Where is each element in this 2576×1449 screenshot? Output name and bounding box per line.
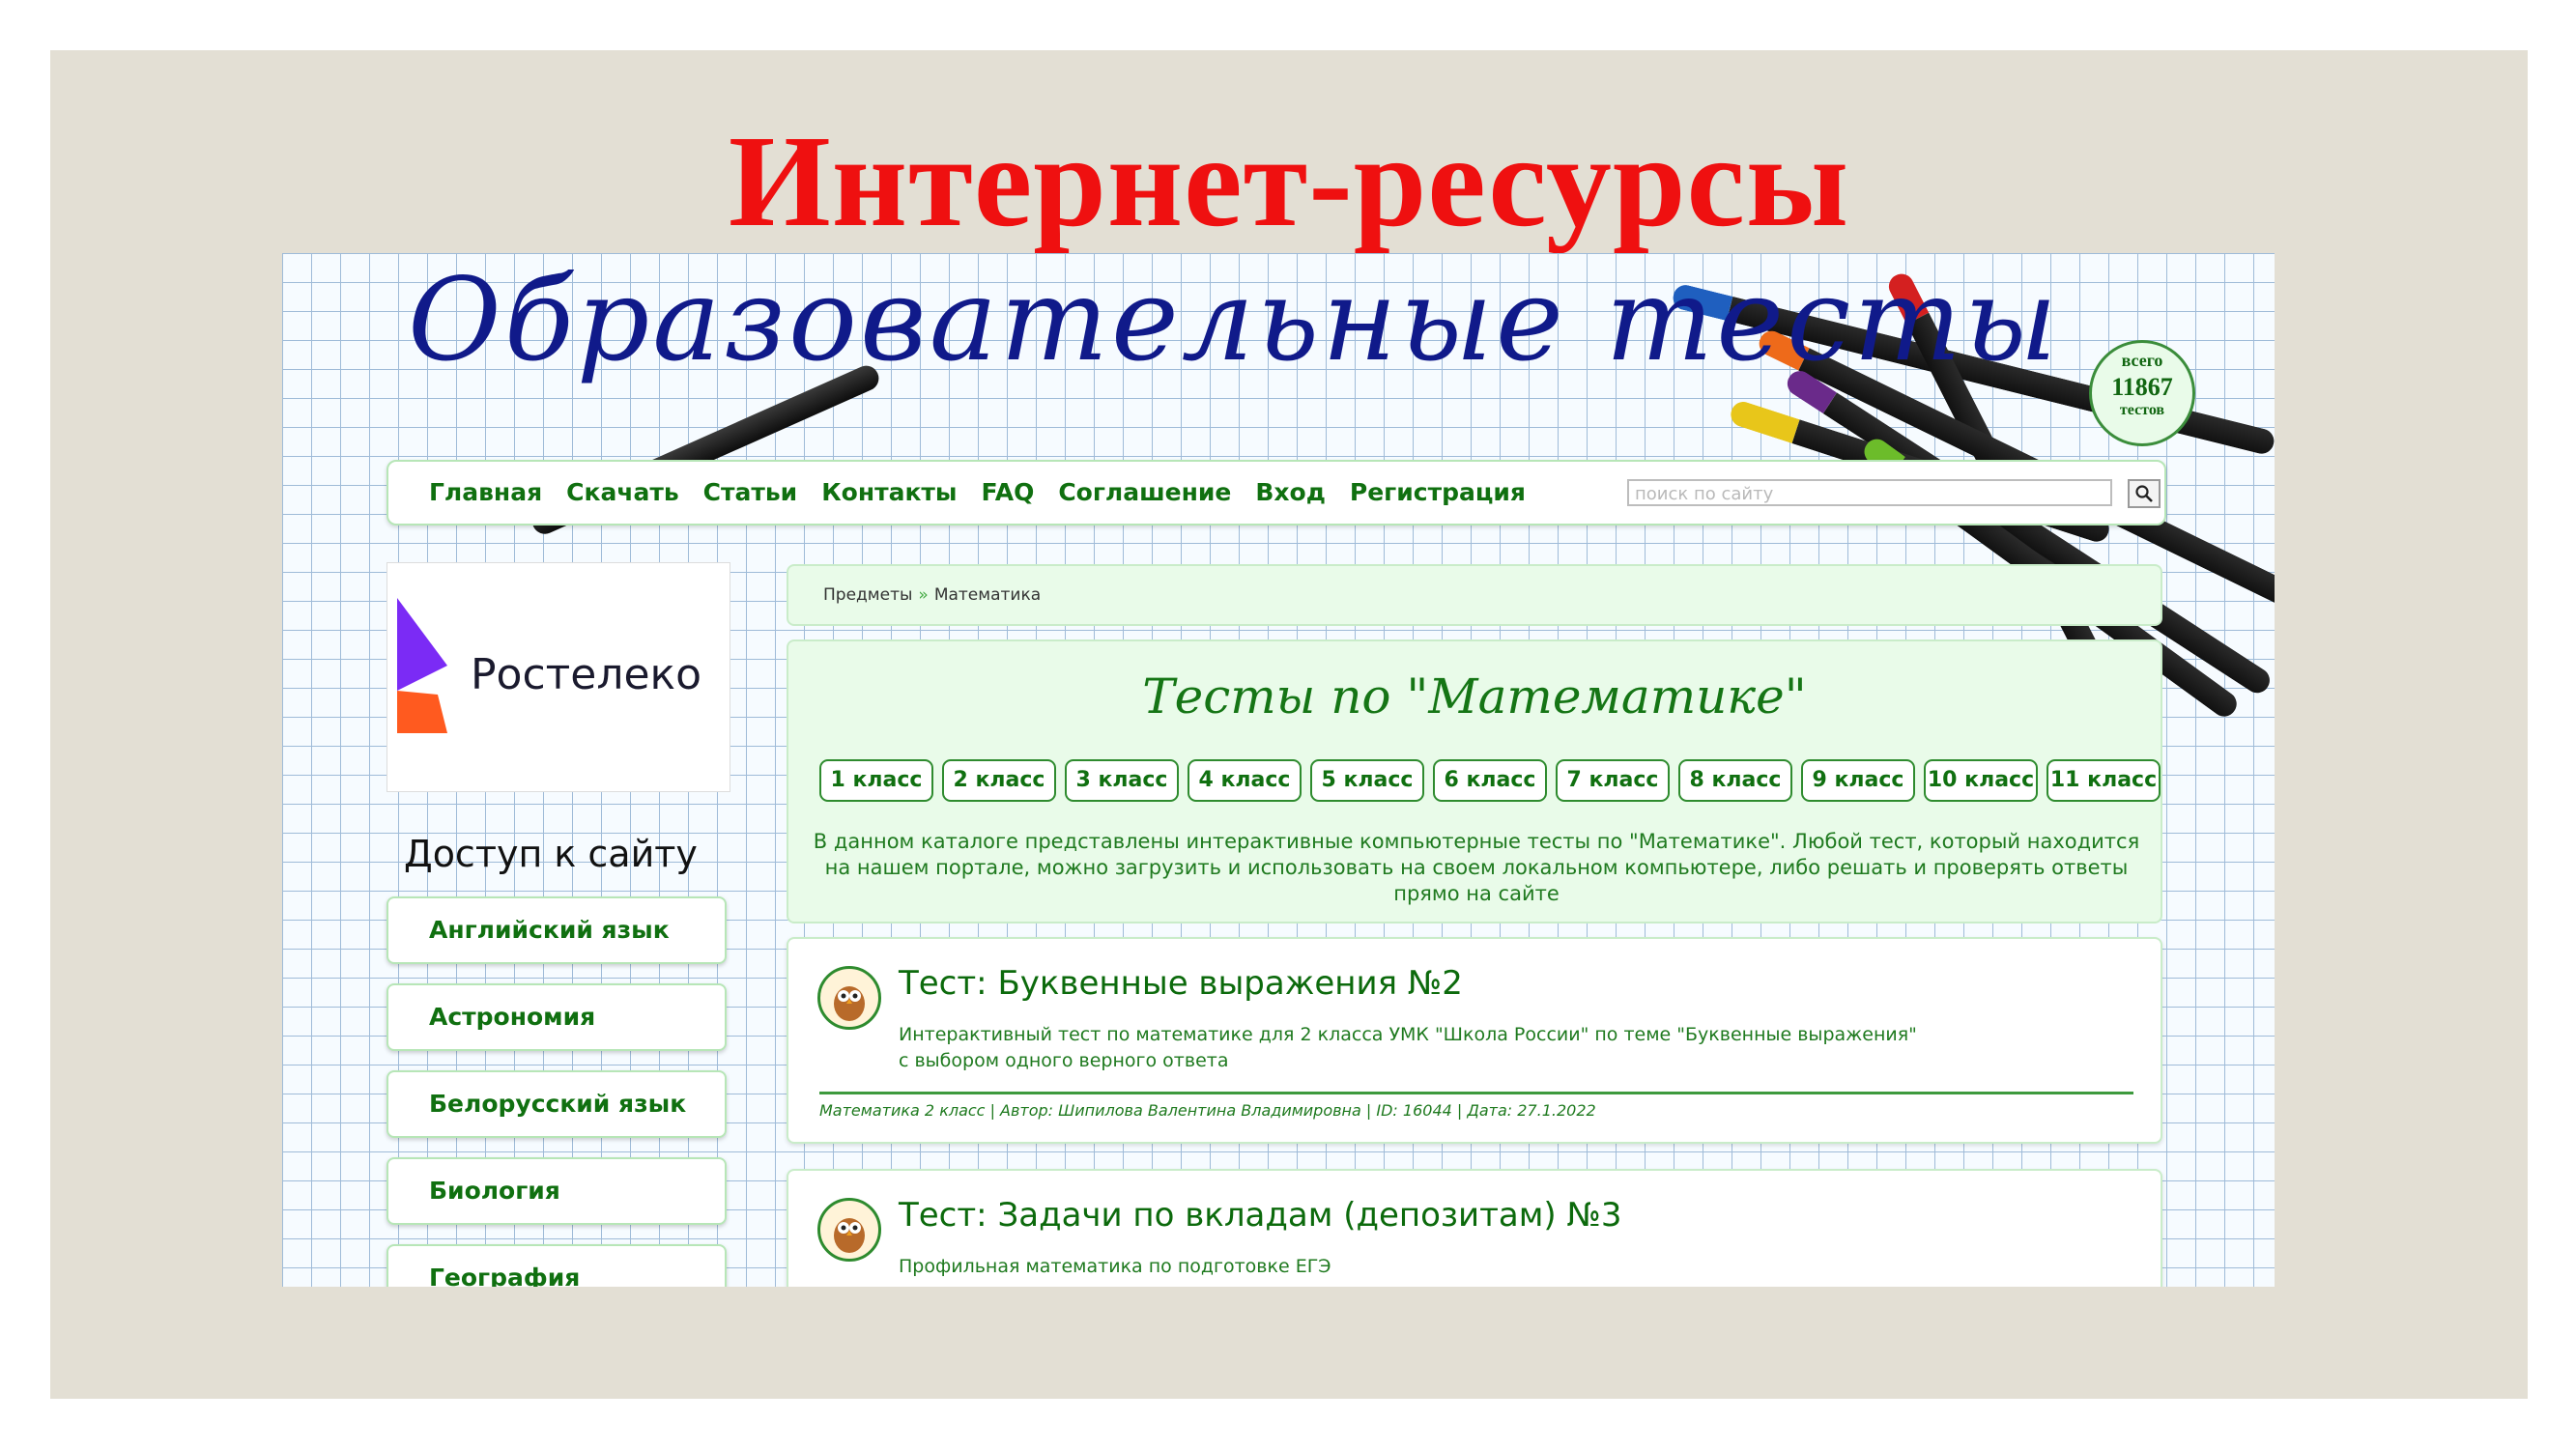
slide: Интернет-ресурсы Образовательные тесты в… [50,50,2528,1399]
counter-value: 11867 [2111,373,2173,401]
test-meta: Математика 2 класс | Автор: Шипилова Вал… [819,1101,1596,1120]
grade-button-9[interactable]: 9 класс [1801,759,1915,802]
breadcrumb-subjects[interactable]: Предметы [823,585,912,605]
slide-title: Интернет-ресурсы [728,109,1850,254]
counter-top-label: всего [2121,351,2163,370]
grade-button-6[interactable]: 6 класс [1433,759,1547,802]
grade-buttons: 1 класс 2 класс 3 класс 4 класс 5 класс 6 кла… [819,759,2169,802]
ad-brand-name: Ростелеко [471,650,702,699]
nav-item-home[interactable]: Главная [429,478,542,506]
test-description-line: Интерактивный тест по математике для 2 к… [899,1024,1917,1045]
access-heading: Доступ к сайту [404,833,698,875]
subject-astronomy[interactable]: Астрономия [386,983,727,1051]
site-logo[interactable]: Образовательные тесты [408,253,2060,386]
breadcrumb: Предметы » Математика [787,564,2162,626]
owl-avatar-icon [817,966,881,1030]
nav-item-register[interactable]: Регистрация [1350,478,1526,506]
main-navbar: Главная Скачать Статьи Контакты FAQ Соглашени… [386,460,2166,526]
ad-banner[interactable]: Ростелеко [386,562,730,792]
subject-english[interactable]: Английский язык [386,896,727,964]
subject-geography[interactable]: География [386,1244,727,1287]
nav-item-login[interactable]: Вход [1255,478,1326,506]
breadcrumb-separator: » [918,585,929,605]
grade-button-7[interactable]: 7 класс [1556,759,1670,802]
nav-menu: Главная Скачать Статьи Контакты FAQ Соглашени… [429,462,1550,526]
panel-description: В данном каталоге представлены интеракти… [813,830,2140,905]
nav-item-agreement[interactable]: Соглашение [1058,478,1231,506]
owl-avatar-icon [817,1198,881,1262]
grade-button-3[interactable]: 3 класс [1065,759,1179,802]
grade-button-1[interactable]: 1 класс [819,759,933,802]
grade-button-4[interactable]: 4 класс [1188,759,1302,802]
search-button[interactable] [2128,479,2161,508]
test-description: Профильная математика по подготовке ЕГЭ [899,1254,1331,1280]
test-description-line: с выбором одного верного ответа [899,1050,1229,1071]
rostelecom-logo-icon [397,598,447,733]
nav-item-contacts[interactable]: Контакты [821,478,957,506]
test-card: Тест: Задачи по вкладам (депозитам) №3 П… [787,1169,2162,1287]
test-card: Тест: Буквенные выражения №2 Интерактивн… [787,937,2162,1144]
nav-item-download[interactable]: Скачать [566,478,679,506]
grade-button-8[interactable]: 8 класс [1678,759,1792,802]
website-screenshot: Образовательные тесты всего 11867 тестов… [282,253,2275,1287]
counter-bottom-label: тестов [2119,402,2165,418]
test-description-line: Профильная математика по подготовке ЕГЭ [899,1256,1331,1277]
divider [819,1092,2133,1094]
grade-button-2[interactable]: 2 класс [942,759,1056,802]
math-tests-panel: Тесты по "Математике" 1 класс 2 класс 3 кл… [787,639,2162,923]
search-input[interactable]: поиск по сайту [1627,479,2112,506]
subject-biology[interactable]: Биология [386,1157,727,1225]
sidebar: Ростелеко Доступ к сайту Английский язык… [386,562,730,1287]
grade-button-5[interactable]: 5 класс [1310,759,1424,802]
grade-button-10[interactable]: 10 класс [1924,759,2038,802]
breadcrumb-math[interactable]: Математика [934,585,1041,605]
test-title[interactable]: Тест: Буквенные выражения №2 [899,964,1463,1003]
grade-button-11[interactable]: 11 класс [2046,759,2161,802]
test-description: Интерактивный тест по математике для 2 к… [899,1022,1917,1074]
panel-title: Тесты по "Математике" [1142,668,1807,724]
nav-item-articles[interactable]: Статьи [703,478,798,506]
subject-belarusian[interactable]: Белорусский язык [386,1070,727,1138]
tests-counter-badge: всего 11867 тестов [2089,340,2195,446]
search-icon [2135,485,2153,502]
test-title[interactable]: Тест: Задачи по вкладам (депозитам) №3 [899,1196,1621,1235]
nav-item-faq[interactable]: FAQ [982,478,1035,506]
